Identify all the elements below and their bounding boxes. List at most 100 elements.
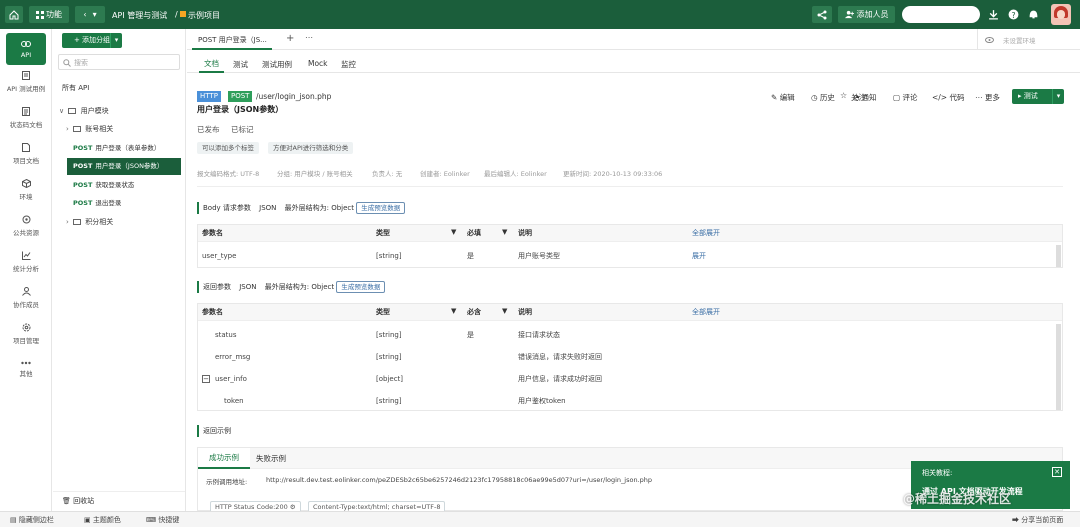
nav-item-environment[interactable]: 环境	[0, 179, 52, 201]
subtab-testcase[interactable]: 测试用例	[262, 59, 292, 70]
caret-down-icon: ▾	[92, 10, 97, 19]
meta-updated: 更新时间: 2020-10-13 09:33:06	[563, 170, 663, 178]
api-label: 退出登录	[95, 199, 122, 207]
tree-folder[interactable]: › 账号相关	[66, 121, 179, 137]
recycle-bin-link[interactable]: 🗑 回收站	[62, 496, 94, 506]
tree-folder[interactable]: ∨ 用户模块	[59, 103, 179, 119]
tree-api-item-active[interactable]: POST 用户登录（JSON参数）	[67, 158, 181, 175]
nav-label: 公共资源	[13, 229, 39, 237]
share-page-button[interactable]: ⮕ 分享当前页面	[1012, 515, 1063, 525]
eye-icon	[985, 37, 994, 43]
subtab-doc[interactable]: 文档	[199, 58, 224, 73]
notify-button[interactable]: ◔ 通知	[853, 92, 877, 103]
all-api-link[interactable]: 所有 API	[62, 83, 89, 93]
section-outer-label: 最外层结构为: Object	[284, 204, 355, 212]
section-title-text: Body 请求参数	[203, 204, 251, 212]
col-type: 类型	[376, 229, 390, 237]
tag-hint[interactable]: 可以添加多个标签	[197, 142, 259, 154]
section-outer-label: 最外层结构为: Object	[264, 283, 335, 291]
tab-open-api[interactable]: POST 用户登录（JS...	[192, 32, 272, 50]
menu-button[interactable]: 功能	[29, 6, 69, 23]
tab-label: POST 用户登录（JS...	[198, 36, 267, 44]
nav-item-status-code-doc[interactable]: 状态码文档	[0, 107, 52, 129]
filter-icon[interactable]: ▼	[502, 228, 507, 236]
param-type: [string]	[376, 353, 402, 361]
edit-icon: ✎	[771, 93, 778, 102]
tab-more-icon[interactable]: ⋯	[305, 33, 313, 42]
tab-fail-example[interactable]: 失败示例	[256, 448, 286, 469]
back-nav-button[interactable]: ‹ ▾	[75, 6, 105, 23]
subtab-monitor[interactable]: 监控	[341, 59, 356, 70]
top-bar: 功能 ‹ ▾ API 管理与测试 / 示例项目 添加人员 ?	[0, 0, 1080, 29]
share-button[interactable]	[812, 6, 832, 23]
filter-icon[interactable]: ▼	[451, 307, 456, 315]
test-button[interactable]: ▸ 测试 ▾	[1012, 89, 1064, 104]
more-button[interactable]: ⋯ 更多	[975, 92, 1000, 103]
history-button[interactable]: ◷ 历史	[811, 92, 835, 103]
filter-icon[interactable]: ▼	[451, 228, 456, 236]
nav-item-project-manage[interactable]: 项目管理	[0, 323, 52, 345]
nav-item-members[interactable]: 协作成员	[0, 287, 52, 309]
scrollbar[interactable]	[1056, 324, 1061, 410]
avatar[interactable]	[1051, 4, 1071, 25]
expand-all-link[interactable]: 全部展开	[692, 225, 720, 242]
tree-search-box[interactable]: 搜索	[58, 54, 180, 70]
nav-item-statistics[interactable]: 统计分析	[0, 251, 52, 273]
shortcut-button[interactable]: ⌨ 快捷键	[146, 515, 179, 525]
test-dropdown-icon[interactable]: ▾	[1052, 89, 1064, 104]
global-search-input[interactable]	[902, 6, 980, 23]
tab-success-example[interactable]: 成功示例	[198, 448, 250, 469]
share-icon: ⮕	[1012, 516, 1019, 524]
collapse-icon[interactable]: −	[202, 375, 210, 383]
home-button[interactable]	[5, 6, 23, 23]
divider	[197, 186, 1063, 187]
expand-link[interactable]: 展开	[692, 245, 706, 267]
help-icon[interactable]: ?	[1008, 9, 1019, 20]
table-header	[198, 225, 1062, 242]
example-url[interactable]: http://result.dev.test.eolinker.com/peZD…	[266, 476, 652, 484]
theme-button[interactable]: ▣ 主题颜色	[84, 515, 121, 525]
param-desc: 用户信息，请求成功时返回	[518, 375, 602, 383]
subtab-mock[interactable]: Mock	[308, 59, 328, 68]
table-row: user_type [string] 是 用户账号类型 展开	[198, 245, 1062, 267]
param-name: token	[224, 397, 244, 405]
breadcrumb-root[interactable]: API 管理与测试	[112, 10, 167, 21]
param-type: [object]	[376, 375, 404, 383]
nav-item-api[interactable]: API	[6, 33, 46, 65]
breadcrumb-project[interactable]: 示例项目	[188, 10, 220, 21]
download-icon[interactable]	[988, 9, 999, 20]
bell-icon[interactable]	[1028, 9, 1039, 20]
status-bar: ▤ 隐藏侧边栏 ▣ 主题颜色 ⌨ 快捷键 ⮕ 分享当前页面	[0, 511, 1080, 527]
tree-api-item[interactable]: POST 获取登录状态	[73, 177, 179, 193]
comment-button[interactable]: ▢ 评论	[893, 92, 917, 103]
star-icon[interactable]: ☆	[840, 91, 847, 100]
expand-all-link[interactable]: 全部展开	[692, 304, 720, 321]
filter-icon[interactable]: ▼	[502, 307, 507, 315]
edit-button[interactable]: ✎ 编辑	[771, 92, 795, 103]
env-select[interactable]: 未设置环境	[977, 29, 1080, 50]
nav-item-project-doc[interactable]: 项目文档	[0, 143, 52, 165]
generate-preview-button[interactable]: 生成预览数据	[336, 281, 386, 293]
subtab-test[interactable]: 测试	[233, 59, 248, 70]
return-example-title: 返回示例	[197, 425, 231, 437]
tree-api-item[interactable]: POST 退出登录	[73, 195, 179, 211]
generate-preview-button[interactable]: 生成预览数据	[356, 202, 406, 214]
nav-item-api-testcases[interactable]: API 测试用例	[0, 71, 52, 93]
code-button[interactable]: </> 代码	[932, 92, 965, 103]
add-group-dropdown-icon[interactable]: ▾	[110, 33, 122, 48]
hide-sidebar-label: 隐藏侧边栏	[18, 516, 54, 524]
nav-item-other[interactable]: 其他	[0, 361, 52, 378]
close-icon[interactable]: ✕	[1052, 467, 1062, 477]
scrollbar[interactable]	[1056, 245, 1061, 267]
new-tab-icon[interactable]: +	[286, 33, 294, 44]
param-name: user_info	[215, 375, 247, 383]
api-method: POST	[73, 144, 93, 152]
tag-hint[interactable]: 方便对API进行筛选和分类	[268, 142, 354, 154]
add-member-button[interactable]: 添加人员	[838, 6, 895, 23]
table-row: − user_info [object] 用户信息，请求成功时返回	[198, 368, 1062, 390]
nav-item-public-resource[interactable]: 公共资源	[0, 215, 52, 237]
nav-label: 统计分析	[13, 265, 39, 273]
hide-sidebar-button[interactable]: ▤ 隐藏侧边栏	[10, 515, 54, 525]
tree-api-item[interactable]: POST 用户登录（表单参数）	[73, 140, 179, 156]
tree-folder[interactable]: › 积分相关	[66, 214, 179, 230]
